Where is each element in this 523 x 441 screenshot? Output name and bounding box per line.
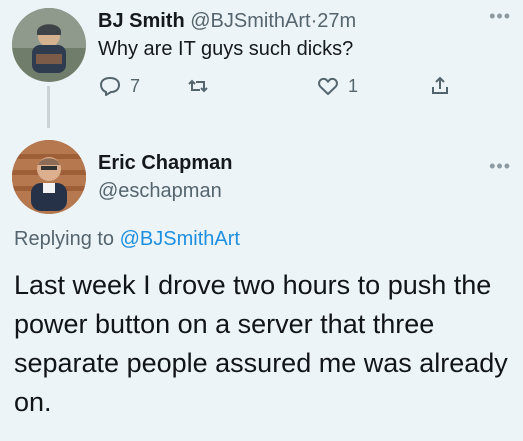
like-count: 1 xyxy=(348,75,359,96)
reply-tweet[interactable]: Eric Chapman @eschapman ••• Replying to … xyxy=(0,132,523,441)
tweet-text: Why are IT guys such dicks? xyxy=(98,38,354,60)
replying-handle-link[interactable]: @BJSmithArt xyxy=(120,228,240,250)
tweet-text: Last week I drove two hours to push the … xyxy=(14,270,508,417)
replying-to: Replying to @BJSmithArt xyxy=(14,228,240,251)
parent-tweet[interactable]: BJ Smith @BJSmithArt·27m ••• Why are IT … xyxy=(0,0,523,130)
tweet-header: BJ Smith @BJSmithArt·27m xyxy=(98,10,356,33)
thread-line xyxy=(47,86,50,128)
display-name[interactable]: BJ Smith xyxy=(98,10,185,32)
retweet-button[interactable] xyxy=(186,74,218,98)
avatar[interactable] xyxy=(12,140,86,214)
tweet-actions: 7 1 xyxy=(98,74,468,104)
replying-prefix: Replying to xyxy=(14,228,115,250)
reply-button[interactable]: 7 xyxy=(98,74,140,98)
reply-count: 7 xyxy=(130,75,141,96)
more-icon[interactable]: ••• xyxy=(489,156,511,177)
display-name[interactable]: Eric Chapman xyxy=(98,152,232,175)
reply-icon xyxy=(98,74,122,98)
like-button[interactable]: 1 xyxy=(316,74,358,98)
heart-icon xyxy=(316,74,340,98)
user-handle[interactable]: @eschapman xyxy=(98,180,222,203)
tweet-timestamp[interactable]: 27m xyxy=(317,10,356,32)
user-handle[interactable]: @BJSmithArt xyxy=(190,10,310,32)
more-icon[interactable]: ••• xyxy=(489,6,511,27)
share-button[interactable] xyxy=(428,74,452,98)
avatar[interactable] xyxy=(12,8,86,82)
share-icon xyxy=(428,74,452,98)
retweet-icon xyxy=(186,74,210,98)
